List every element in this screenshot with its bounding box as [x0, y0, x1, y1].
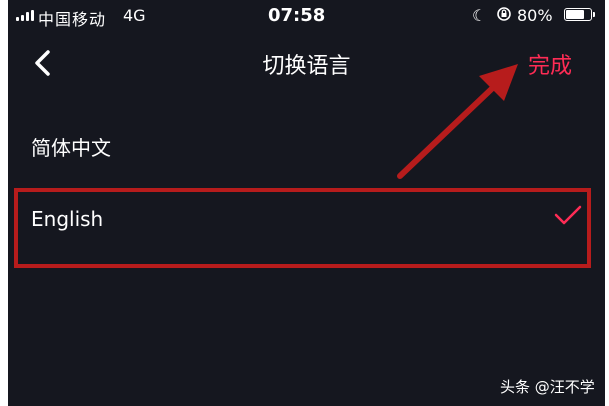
signal-icon	[16, 10, 34, 21]
status-time: 07:58	[268, 5, 326, 26]
moon-icon: ☾	[472, 6, 487, 25]
carrier-label: 中国移动	[38, 10, 107, 29]
watermark-text: 头条 @汪不学	[500, 378, 595, 396]
battery-icon	[564, 8, 592, 21]
status-bar: 中国移动 4G 07:58 ☾ 80%	[8, 0, 605, 32]
language-label: 简体中文	[31, 136, 111, 160]
page-title: 切换语言	[262, 54, 351, 79]
phone-screen: 中国移动 4G 07:58 ☾ 80% 切换语言 完成 简体中文 English…	[8, 0, 605, 406]
annotation-highlight-box	[14, 188, 591, 268]
network-label: 4G	[123, 6, 146, 25]
rotation-lock-icon	[497, 7, 511, 21]
battery-cap	[593, 12, 595, 17]
done-button[interactable]: 完成	[528, 48, 572, 80]
language-item-simplified-chinese[interactable]: 简体中文	[8, 110, 605, 180]
battery-percentage: 80%	[517, 6, 553, 25]
